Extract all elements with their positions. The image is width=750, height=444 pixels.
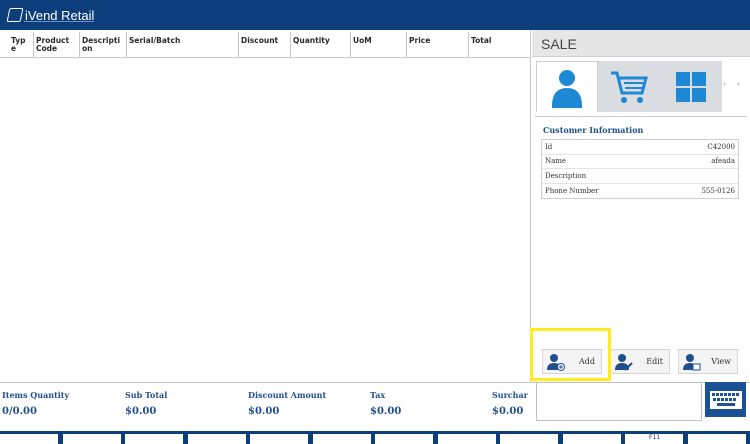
items-quantity: Items Quantity 0/0.00 [2, 390, 69, 417]
function-key[interactable] [311, 434, 371, 444]
cart-icon [611, 71, 648, 103]
function-key[interactable] [249, 434, 308, 444]
edit-customer-button[interactable]: Edit [610, 349, 670, 374]
tax-label: Tax [370, 390, 386, 400]
tax: Tax $0.00 [370, 390, 401, 417]
tax-value: $0.00 [370, 406, 402, 417]
tab-scroll-arrows[interactable]: ‹ › [723, 79, 744, 88]
info-value: afeada [711, 157, 735, 166]
grid-column-header[interactable]: Product Code [33, 32, 79, 58]
sub-total-value: $0.00 [125, 406, 157, 417]
tiles-icon [676, 71, 706, 102]
grid-header: Typ e Product Code Descripti on Serial/Batc… [0, 32, 531, 58]
function-key[interactable] [124, 434, 183, 444]
discount-amount-value: $0.00 [248, 406, 280, 417]
keyboard-icon [709, 390, 742, 409]
sale-tabs: ‹ › [532, 57, 750, 116]
sale-side-panel: SALE ‹ › Customer Information Id C42000 … [532, 30, 750, 382]
view-user-icon [683, 353, 701, 370]
discount-amount: Discount Amount $0.00 [248, 390, 326, 417]
customer-icon [552, 70, 582, 108]
add-customer-button[interactable]: Add [542, 349, 602, 374]
sub-total-label: Sub Total [125, 390, 168, 400]
logo-underline [24, 21, 94, 22]
keyboard-button[interactable] [705, 382, 746, 417]
sale-items-grid[interactable]: Typ e Product Code Descripti on Serial/Batc… [0, 30, 531, 382]
function-key[interactable] [61, 434, 121, 444]
customer-info-title: Customer Information [543, 125, 644, 135]
grid-column-header[interactable]: Typ e [9, 32, 33, 58]
customer-info-panel: Customer Information Id C42000 Name afea… [535, 116, 747, 342]
discount-amount-label: Discount Amount [248, 390, 327, 400]
function-key[interactable]: F11 [624, 434, 683, 444]
customer-actions: Add Edit View [538, 346, 744, 378]
info-label: Name [545, 157, 567, 166]
grid-column-header[interactable]: Quantity [290, 32, 350, 58]
function-key[interactable] [374, 434, 433, 444]
view-customer-button[interactable]: View [678, 349, 738, 374]
app-logo: iVend Retail [6, 5, 94, 25]
title-bar: iVend Retail [0, 0, 750, 30]
edit-user-icon [615, 353, 633, 371]
function-key-bar: F11 [0, 431, 750, 444]
tab-tiles[interactable] [660, 61, 722, 112]
info-label: Description [545, 171, 587, 180]
info-row-phone: Phone Number 555-0126 [542, 184, 738, 199]
scan-input[interactable] [536, 382, 702, 421]
function-key[interactable] [186, 434, 246, 444]
customer-info-table: Id C42000 Name afeada Description Phone … [541, 139, 739, 199]
tab-customer[interactable] [536, 61, 598, 112]
function-key-label: F11 [649, 434, 661, 441]
grid-column-header[interactable]: Total [468, 32, 531, 58]
grid-column-header[interactable]: Descripti on [79, 32, 126, 58]
grid-column-header[interactable]: Serial/Batch [126, 32, 238, 58]
sale-title: SALE [541, 36, 577, 52]
info-label: Id [545, 142, 553, 151]
add-user-icon [547, 353, 565, 371]
add-button-label: Add [578, 357, 595, 366]
logo-mark-icon [6, 8, 24, 22]
info-row-id: Id C42000 [542, 140, 738, 155]
surcharge-value: $0.00 [492, 406, 524, 417]
grid-column-header[interactable]: Price [406, 32, 468, 58]
function-key[interactable] [499, 434, 558, 444]
surcharge: Surchar $0.00 [492, 390, 528, 417]
sub-total: Sub Total $0.00 [125, 390, 167, 417]
function-key[interactable] [561, 434, 621, 444]
edit-button-label: Edit [646, 357, 663, 366]
function-key[interactable] [686, 434, 746, 444]
surcharge-label: Surchar [492, 390, 528, 400]
info-label: Phone Number [545, 186, 599, 195]
sale-header: SALE [532, 30, 750, 57]
grid-column-header[interactable]: UoM [350, 32, 406, 58]
info-row-name: Name afeada [542, 155, 738, 169]
items-quantity-label: Items Quantity [2, 390, 70, 400]
view-button-label: View [711, 357, 731, 366]
tab-cart[interactable] [598, 61, 660, 112]
info-value: 555-0126 [701, 186, 735, 195]
grid-column-header[interactable]: Discount [238, 32, 290, 58]
items-quantity-value: 0/0.00 [2, 406, 37, 417]
function-key[interactable] [436, 434, 496, 444]
info-value: C42000 [707, 142, 735, 151]
function-key[interactable] [0, 434, 58, 444]
info-row-description: Description [542, 169, 738, 184]
